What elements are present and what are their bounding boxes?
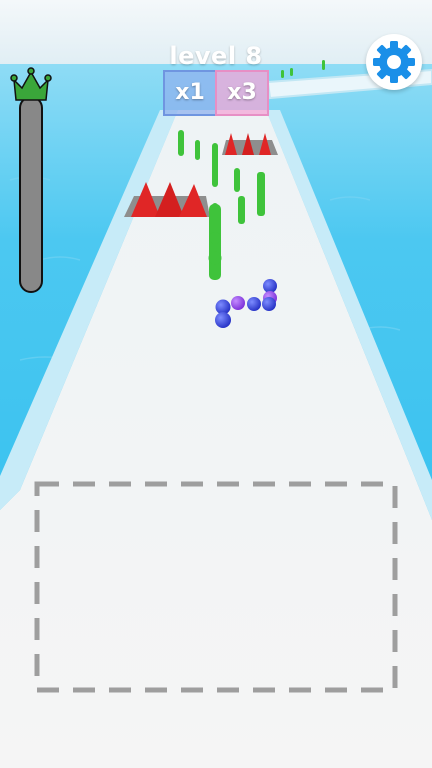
multiplier-gate-x1 [163, 70, 217, 116]
multiplier-gate-x3 [215, 70, 269, 116]
bowling-pin-crown-icon [10, 67, 52, 101]
game-scene [0, 0, 432, 768]
settings-button[interactable] [366, 34, 422, 90]
level-progress-bar [19, 96, 43, 293]
gear-icon [373, 41, 415, 83]
